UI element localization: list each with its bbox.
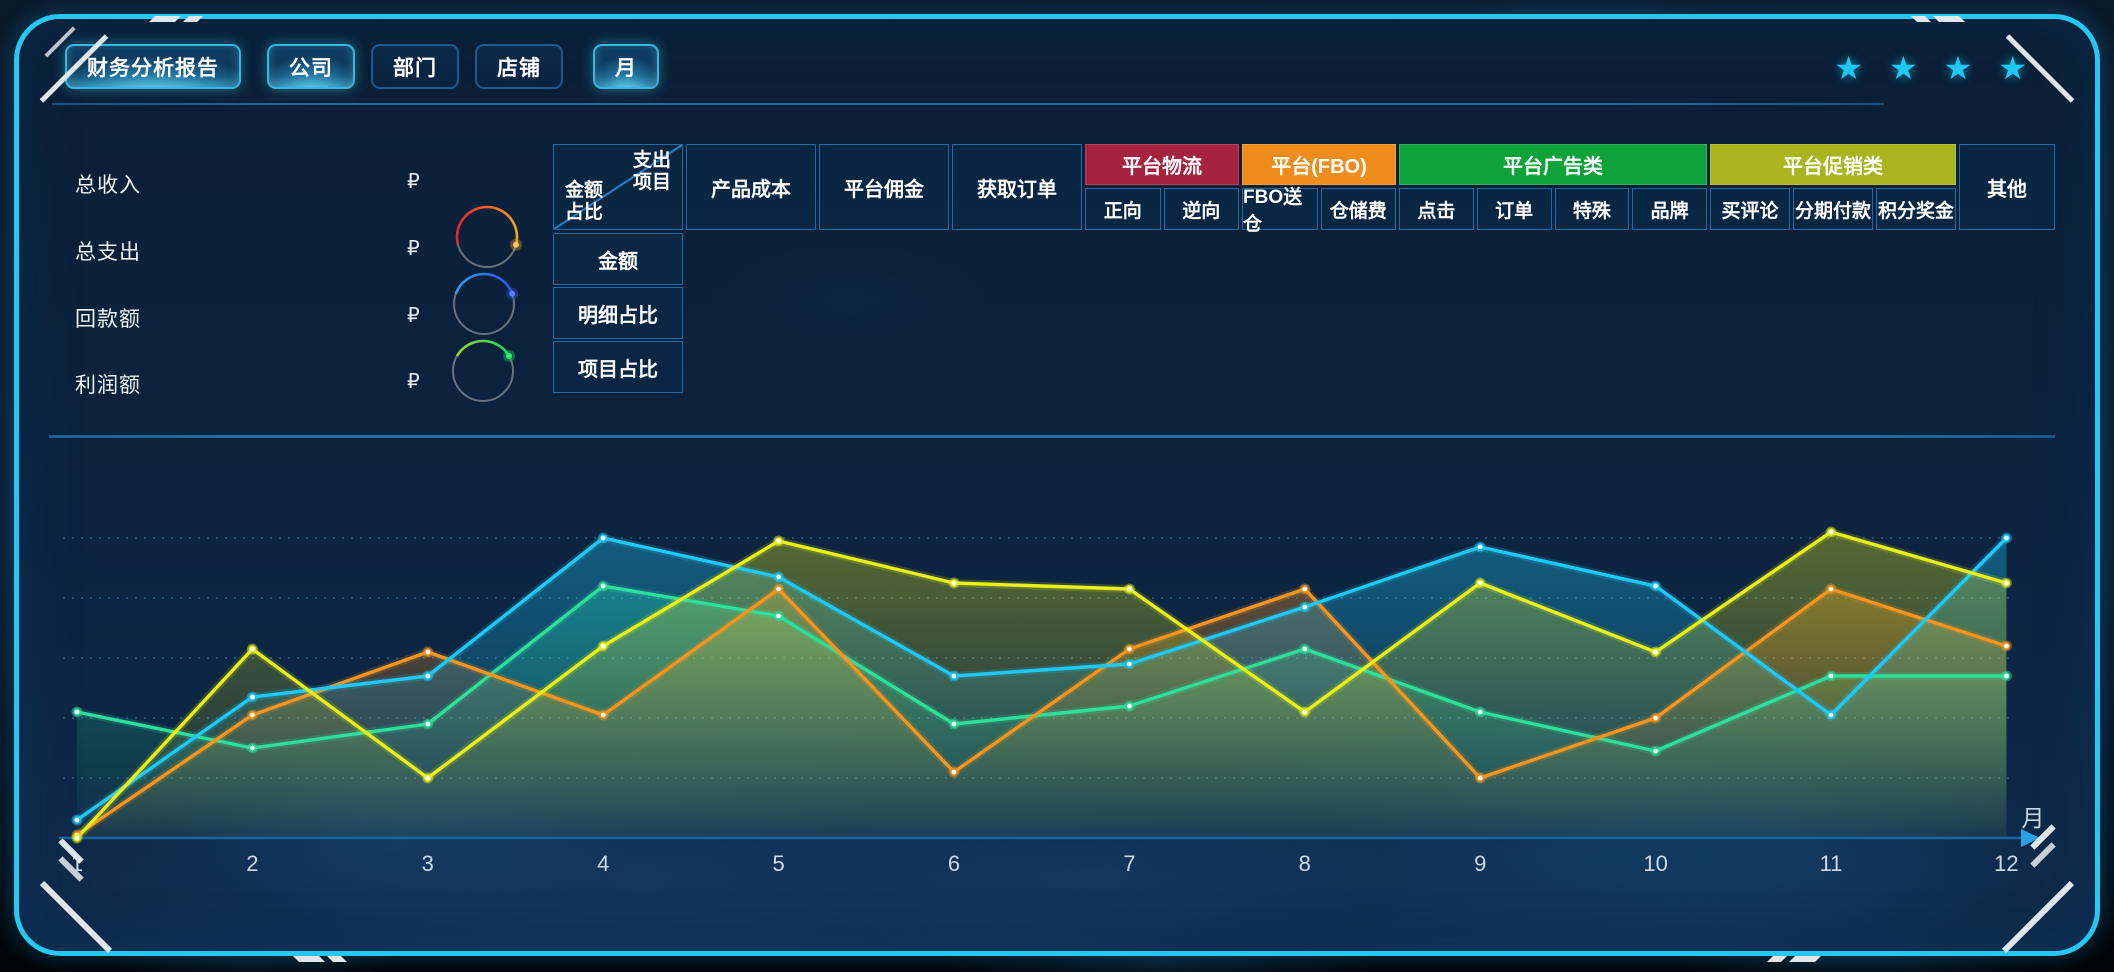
col-platform-commission: 平台佣金 (819, 144, 949, 230)
svg-text:6: 6 (948, 851, 960, 876)
rating-stars: ★ ★ ★ ★ (1834, 49, 2027, 87)
corner-top-label: 支出项目 (629, 150, 675, 194)
col-other: 其他 (1959, 144, 2055, 230)
group-platform-promotion-header: 平台促销类 (1710, 144, 1956, 185)
stat-profit-label: 利润额 (75, 369, 141, 399)
star-icon[interactable]: ★ (1944, 49, 1973, 87)
group-platform-ads: 平台广告类 点击 订单 特殊 品牌 (1399, 144, 1707, 230)
header-divider (52, 103, 1884, 105)
row-detail-share[interactable]: 明细占比 (553, 287, 683, 339)
subcol-points-bonus: 积分奖金 (1876, 188, 1956, 230)
profit-ring (448, 336, 518, 406)
section-divider (49, 435, 2055, 438)
star-icon[interactable]: ★ (1834, 49, 1863, 87)
row-amount[interactable]: 金额 (553, 233, 683, 285)
svg-text:4: 4 (597, 851, 609, 876)
dashboard-panel: 财务分析报告 公司 部门 店铺 月 ★ ★ ★ ★ 总收入 ₽ 总支出 ₽ 回款… (14, 14, 2100, 956)
group-platform-ads-header: 平台广告类 (1399, 144, 1707, 185)
stat-total-expense-currency: ₽ (407, 236, 420, 261)
monthly-trend-chart: 123456789101112月 (19, 478, 2059, 914)
subcol-forward: 正向 (1085, 188, 1161, 230)
svg-text:3: 3 (422, 851, 434, 876)
stat-total-revenue-currency: ₽ (407, 169, 420, 194)
group-platform-fbo-header: 平台(FBO) (1242, 144, 1396, 185)
svg-text:8: 8 (1299, 851, 1311, 876)
stat-total-revenue-label: 总收入 (75, 169, 141, 199)
subcol-buy-reviews: 买评论 (1710, 188, 1790, 230)
svg-text:月: 月 (2022, 805, 2045, 831)
subcol-click: 点击 (1399, 188, 1474, 230)
svg-text:10: 10 (1643, 851, 1667, 876)
group-platform-fbo: 平台(FBO) FBO送仓 仓储费 (1242, 144, 1396, 230)
subcol-special: 特殊 (1555, 188, 1630, 230)
expense-table-header: 支出项目 金额占比 产品成本 平台佣金 获取订单 平台物流 正向 逆向 平台(F… (553, 144, 2055, 230)
stat-total-expense-label: 总支出 (75, 236, 141, 266)
corner-slash-icon (293, 956, 325, 962)
star-icon[interactable]: ★ (1889, 49, 1918, 87)
expense-ring (452, 202, 522, 272)
svg-text:9: 9 (1474, 851, 1486, 876)
subcol-order: 订单 (1477, 188, 1552, 230)
subcol-reverse: 逆向 (1164, 188, 1240, 230)
subcol-installment: 分期付款 (1793, 188, 1873, 230)
group-platform-promotion: 平台促销类 买评论 分期付款 积分奖金 (1710, 144, 1956, 230)
header: 财务分析报告 公司 部门 店铺 月 (65, 44, 659, 89)
group-platform-logistics: 平台物流 正向 逆向 (1085, 144, 1239, 230)
stat-profit-currency: ₽ (407, 369, 420, 394)
payment-ring (449, 269, 519, 339)
tab-department[interactable]: 部门 (371, 44, 459, 89)
stat-payment-received-currency: ₽ (407, 303, 420, 328)
table-corner-cell: 支出项目 金额占比 (553, 144, 683, 230)
svg-text:5: 5 (772, 851, 784, 876)
col-product-cost: 产品成本 (686, 144, 816, 230)
subcol-fbo-delivery: FBO送仓 (1242, 188, 1318, 230)
expense-table-row-labels: 金额 明细占比 项目占比 (553, 233, 683, 393)
svg-text:7: 7 (1123, 851, 1135, 876)
subcol-brand: 品牌 (1632, 188, 1707, 230)
tab-store[interactable]: 店铺 (475, 44, 563, 89)
tab-month[interactable]: 月 (593, 44, 659, 89)
tab-company[interactable]: 公司 (267, 44, 355, 89)
svg-text:12: 12 (1994, 851, 2018, 876)
svg-text:2: 2 (246, 851, 258, 876)
subcol-storage-fee: 仓储费 (1321, 188, 1397, 230)
expense-table: 支出项目 金额占比 产品成本 平台佣金 获取订单 平台物流 正向 逆向 平台(F… (553, 144, 2055, 393)
svg-text:11: 11 (1820, 851, 1843, 876)
corner-bottom-label: 金额占比 (561, 180, 607, 224)
row-item-share[interactable]: 项目占比 (553, 341, 683, 393)
group-platform-logistics-header: 平台物流 (1085, 144, 1239, 185)
corner-slash-icon (1933, 16, 1965, 22)
stat-payment-received-label: 回款额 (75, 303, 141, 333)
col-get-orders: 获取订单 (952, 144, 1082, 230)
